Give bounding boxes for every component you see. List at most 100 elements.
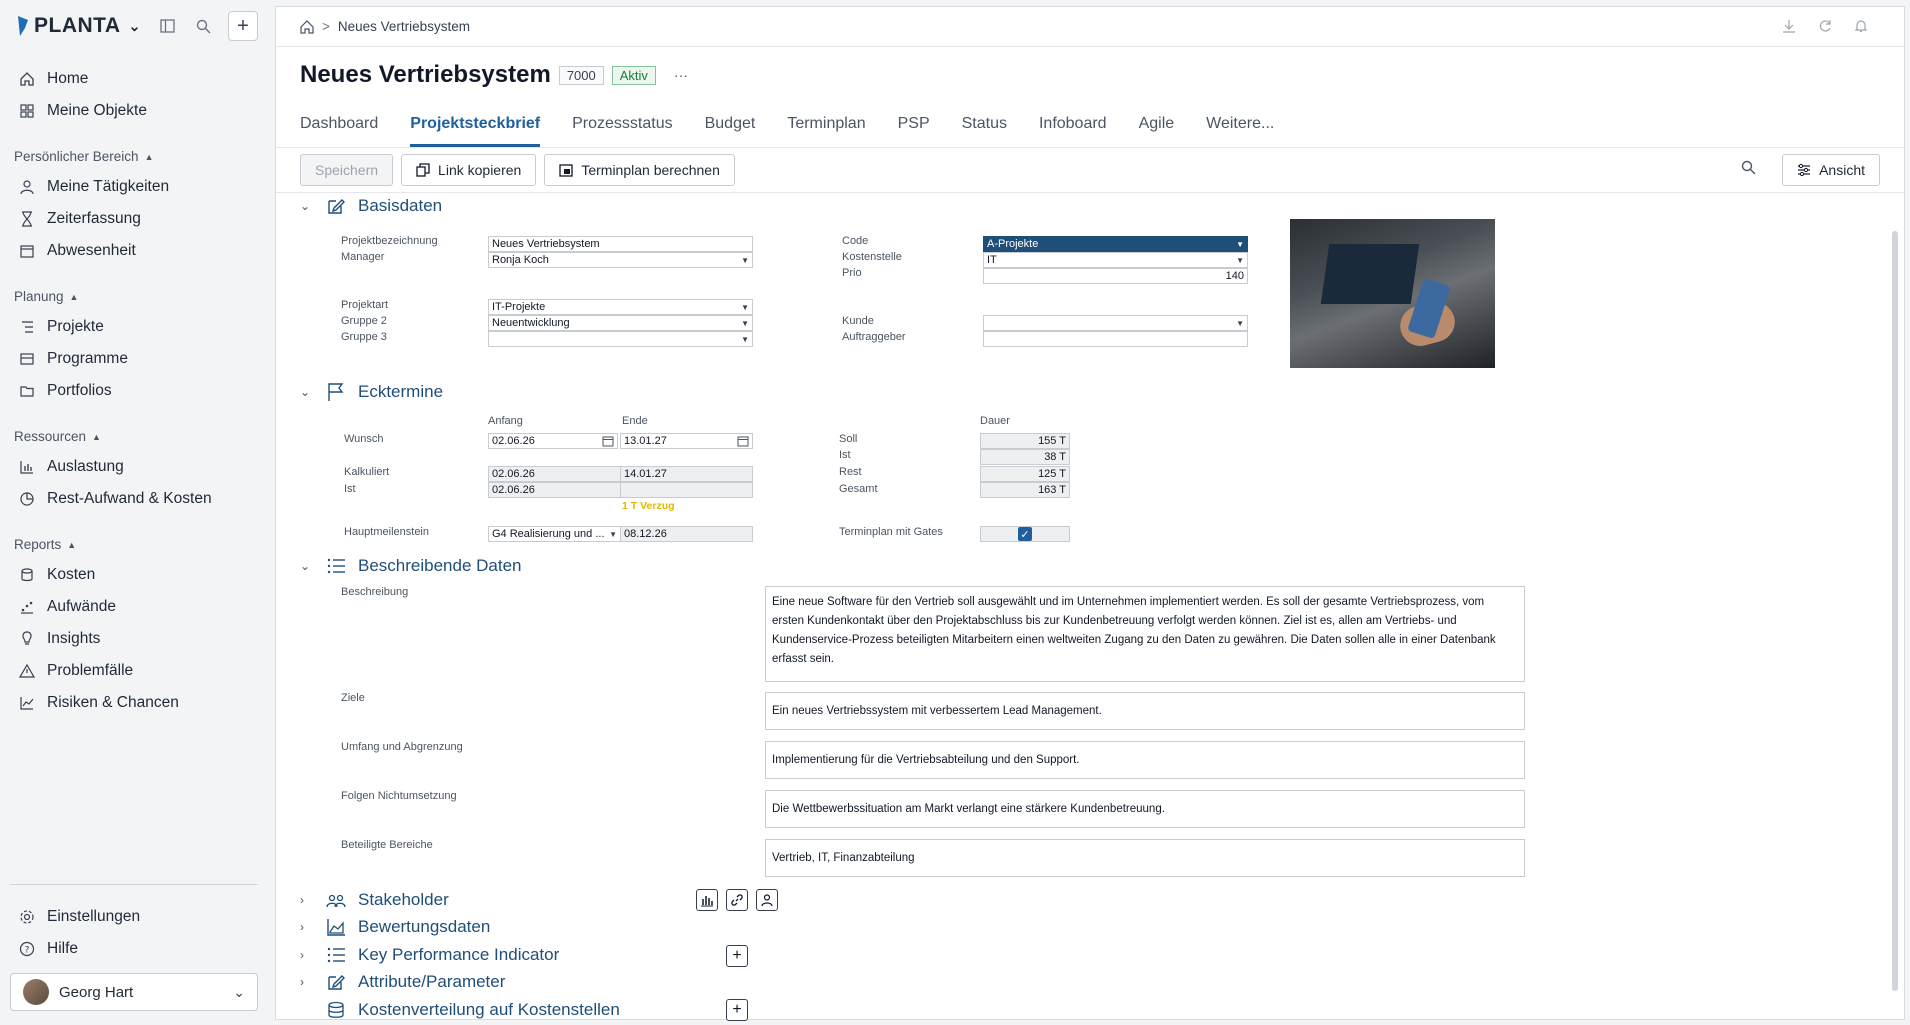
vertical-scrollbar[interactable] xyxy=(1892,231,1898,991)
section-kpi[interactable]: › Key Performance Indicator xyxy=(300,944,559,966)
lightbulb-icon xyxy=(18,630,36,648)
sidebar-item-abwesenheit[interactable]: Abwesenheit xyxy=(18,238,136,264)
tab-infoboard[interactable]: Infoboard xyxy=(1039,111,1107,147)
projektbezeichnung-field[interactable]: Neues Vertriebsystem xyxy=(488,236,753,252)
brand-switcher[interactable]: PLANTA ⌄ xyxy=(16,14,141,38)
sidebar-item-label: Hilfe xyxy=(47,940,79,957)
link-icon[interactable] xyxy=(726,889,748,911)
sidebar-item-zeiterfassung[interactable]: Zeiterfassung xyxy=(18,206,141,232)
chevron-down-icon: ⌄ xyxy=(300,385,311,399)
sidebar-item-label: Einstellungen xyxy=(47,908,141,925)
section-stakeholder[interactable]: › Stakeholder xyxy=(300,889,449,911)
tab-agile[interactable]: Agile xyxy=(1139,111,1175,147)
tab-psp[interactable]: PSP xyxy=(898,111,930,147)
search-icon[interactable] xyxy=(192,15,214,37)
hauptmeilenstein-select[interactable]: G4 Realisierung und ... ▼ xyxy=(488,526,621,542)
section-ecktermine[interactable]: ⌄ Ecktermine xyxy=(300,381,443,403)
panel-toggle-icon[interactable] xyxy=(156,15,178,37)
kunde-select[interactable]: ▼ xyxy=(983,315,1248,331)
sidebar-item-label: Insights xyxy=(47,630,101,647)
field-value: Ein neues Vertriebssystem mit verbessert… xyxy=(772,705,1102,717)
ziele-textarea[interactable]: Ein neues Vertriebssystem mit verbessert… xyxy=(765,692,1525,730)
calc-schedule-button[interactable]: Terminplan berechnen xyxy=(544,154,735,186)
save-button[interactable]: Speichern xyxy=(300,154,394,186)
section-kostenverteilung[interactable]: › Kostenverteilung auf Kostenstellen xyxy=(300,999,620,1021)
tab-status[interactable]: Status xyxy=(962,111,1007,147)
section-beschreibende-daten[interactable]: ⌄ Beschreibende Daten xyxy=(300,555,522,577)
wunsch-anfang-date[interactable]: 02.06.26 xyxy=(488,433,618,449)
field-value: Implementierung für die Vertriebsabteilu… xyxy=(772,754,1080,766)
sidebar-item-home[interactable]: Home xyxy=(18,66,88,92)
calendar-icon[interactable] xyxy=(602,435,614,447)
sidebar-item-problemfaelle[interactable]: Problemfälle xyxy=(18,658,133,684)
tab-projektsteckbrief[interactable]: Projektsteckbrief xyxy=(410,111,540,147)
kalk-anfang-date: 02.06.26 xyxy=(488,466,621,482)
projektart-select[interactable]: IT-Projekte ▼ xyxy=(488,299,753,315)
tab-terminplan[interactable]: Terminplan xyxy=(787,111,865,147)
tab-weitere[interactable]: Weitere... xyxy=(1206,111,1274,147)
folgen-textarea[interactable]: Die Wettbewerbssituation am Markt verlan… xyxy=(765,790,1525,828)
sidebar-item-einstellungen[interactable]: Einstellungen xyxy=(18,904,140,930)
user-menu[interactable]: Georg Hart ⌄ xyxy=(10,973,258,1011)
home-icon[interactable] xyxy=(300,19,314,34)
add-button[interactable]: + xyxy=(228,11,258,41)
breadcrumb-current[interactable]: Neues Vertriebsystem xyxy=(338,19,470,34)
pie-chart-icon xyxy=(18,490,36,508)
scatter-icon xyxy=(18,598,36,616)
label-anfang: Anfang xyxy=(488,415,523,427)
download-icon[interactable] xyxy=(1782,19,1796,36)
sidebar-item-risiken[interactable]: Risiken & Chancen xyxy=(18,690,179,716)
gates-checkbox[interactable]: ✓ xyxy=(1018,527,1032,541)
label-ende: Ende xyxy=(622,415,648,427)
auftraggeber-field[interactable] xyxy=(983,331,1248,347)
sidebar-item-meine-taetigkeiten[interactable]: Meine Tätigkeiten xyxy=(18,174,169,200)
section-bewertungsdaten[interactable]: › Bewertungsdaten xyxy=(300,916,490,938)
section-ressourcen[interactable]: Ressourcen ▲ xyxy=(14,429,101,444)
gruppe2-select[interactable]: Neuentwicklung ▼ xyxy=(488,315,753,331)
chart-icon[interactable] xyxy=(696,889,718,911)
section-basisdaten[interactable]: ⌄ Basisdaten xyxy=(300,195,442,217)
section-planung[interactable]: Planung ▲ xyxy=(14,289,78,304)
add-kpi-button[interactable]: + xyxy=(726,945,748,967)
sidebar-item-programme[interactable]: Programme xyxy=(18,346,128,372)
label-gates: Terminplan mit Gates xyxy=(839,526,943,538)
refresh-icon[interactable] xyxy=(1818,19,1832,36)
stakeholder-actions xyxy=(696,889,778,911)
bell-icon[interactable] xyxy=(1854,19,1868,36)
label-gruppe3: Gruppe 3 xyxy=(341,331,387,343)
manager-select[interactable]: Ronja Koch ▼ xyxy=(488,252,753,268)
code-select[interactable]: A-Projekte ▼ xyxy=(983,236,1248,252)
section-attribute[interactable]: › Attribute/Parameter xyxy=(300,971,505,993)
umfang-textarea[interactable]: Implementierung für die Vertriebsabteilu… xyxy=(765,741,1525,779)
dropdown-arrow-icon: ▼ xyxy=(741,334,749,344)
calendar-icon[interactable] xyxy=(737,435,749,447)
tab-budget[interactable]: Budget xyxy=(705,111,756,147)
more-menu-icon[interactable]: ··· xyxy=(674,67,688,83)
add-kostenverteilung-button[interactable]: + xyxy=(726,999,748,1021)
sidebar-item-insights[interactable]: Insights xyxy=(18,626,100,652)
sidebar-item-auslastung[interactable]: Auslastung xyxy=(18,454,124,480)
sidebar-item-kosten[interactable]: Kosten xyxy=(18,562,95,588)
copy-link-button[interactable]: Link kopieren xyxy=(401,154,537,186)
sidebar-item-meine-objekte[interactable]: Meine Objekte xyxy=(18,98,147,124)
tab-prozessstatus[interactable]: Prozessstatus xyxy=(572,111,672,147)
wunsch-ende-date[interactable]: 13.01.27 xyxy=(620,433,753,449)
person-icon[interactable] xyxy=(756,889,778,911)
view-button[interactable]: Ansicht xyxy=(1782,154,1880,186)
prio-field[interactable]: 140 xyxy=(983,268,1248,284)
gruppe3-select[interactable]: ▼ xyxy=(488,331,753,347)
sidebar-item-rest-aufwand[interactable]: Rest-Aufwand & Kosten xyxy=(18,486,212,512)
beschreibung-textarea[interactable]: Eine neue Software für den Vertrieb soll… xyxy=(765,586,1525,682)
section-persoenlich[interactable]: Persönlicher Bereich ▲ xyxy=(14,149,153,164)
sidebar-item-portfolios[interactable]: Portfolios xyxy=(18,378,112,404)
sidebar-item-projekte[interactable]: Projekte xyxy=(18,314,104,340)
search-icon[interactable] xyxy=(1741,160,1756,180)
bereiche-textarea[interactable]: Vertrieb, IT, Finanzabteilung xyxy=(765,839,1525,877)
tab-dashboard[interactable]: Dashboard xyxy=(300,111,378,147)
sidebar-item-aufwaende[interactable]: Aufwände xyxy=(18,594,116,620)
sidebar-item-hilfe[interactable]: ? Hilfe xyxy=(18,936,78,962)
field-value: Vertrieb, IT, Finanzabteilung xyxy=(772,852,915,864)
kostenstelle-select[interactable]: IT ▼ xyxy=(983,252,1248,268)
section-title: Ressourcen xyxy=(14,429,87,444)
section-reports[interactable]: Reports ▲ xyxy=(14,537,76,552)
